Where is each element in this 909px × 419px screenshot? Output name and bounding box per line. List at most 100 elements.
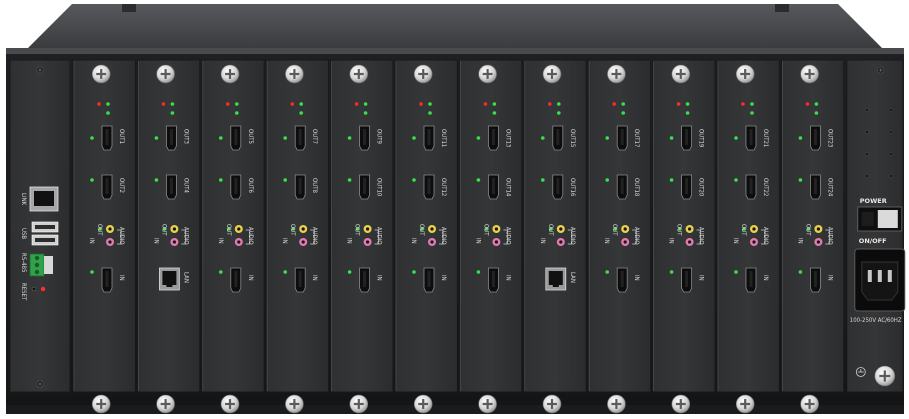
hdmi-output-port[interactable] — [166, 125, 177, 151]
reset-button[interactable] — [31, 286, 37, 292]
audio-out-jack[interactable] — [170, 225, 179, 233]
thumb-screw-icon[interactable] — [478, 394, 497, 414]
audio-in-jack[interactable] — [234, 238, 243, 246]
audio-out-jack[interactable] — [621, 225, 630, 233]
audio-out-jack[interactable] — [299, 225, 308, 233]
hdmi-output-port[interactable] — [745, 174, 757, 200]
hdmi-output-port[interactable] — [745, 125, 757, 151]
hdmi-input-port[interactable] — [745, 267, 757, 293]
thumb-screw-icon[interactable] — [671, 394, 691, 414]
hdmi-output-port[interactable] — [616, 125, 628, 151]
hdmi-input-port[interactable] — [230, 267, 242, 293]
thumb-screw-icon[interactable] — [542, 394, 562, 414]
hdmi-output-port[interactable] — [488, 125, 499, 151]
lan-port[interactable] — [545, 267, 567, 291]
thumb-screw-icon[interactable] — [413, 64, 433, 84]
thumb-screw-icon[interactable] — [285, 64, 304, 84]
hdmi-output-port[interactable] — [230, 125, 242, 151]
audio-in-jack[interactable] — [685, 238, 694, 246]
audio-out-jack[interactable] — [363, 225, 372, 233]
link-port[interactable] — [29, 186, 59, 212]
hdmi-input-port[interactable] — [681, 267, 692, 293]
vent-hole — [865, 108, 869, 112]
output-label: OUT15 — [569, 129, 576, 147]
audio-in-jack[interactable] — [428, 238, 436, 246]
hdmi-output-port[interactable] — [166, 174, 177, 200]
hdmi-input-port[interactable] — [101, 267, 113, 293]
lan-port[interactable] — [158, 267, 180, 291]
audio-in-jack[interactable] — [170, 238, 179, 246]
thumb-screw-icon[interactable] — [800, 394, 819, 414]
status-led — [106, 102, 110, 106]
thumb-screw-icon[interactable] — [671, 64, 691, 84]
hdmi-output-port[interactable] — [616, 174, 628, 200]
hdmi-output-port[interactable] — [294, 125, 306, 151]
thumb-screw-icon[interactable] — [349, 394, 369, 414]
hdmi-output-port[interactable] — [423, 174, 435, 200]
hdmi-output-port[interactable] — [810, 174, 821, 200]
hdmi-output-port[interactable] — [681, 125, 692, 151]
thumb-screw-icon[interactable] — [413, 394, 433, 414]
audio-in-jack[interactable] — [814, 238, 823, 246]
power-switch[interactable] — [857, 206, 903, 232]
hdmi-input-port[interactable] — [294, 267, 306, 293]
hdmi-output-port[interactable] — [230, 174, 242, 200]
hdmi-output-port[interactable] — [359, 174, 370, 200]
hdmi-output-port[interactable] — [552, 125, 564, 151]
audio-in-jack[interactable] — [556, 238, 565, 246]
audio-label: AUDIO — [118, 227, 125, 245]
thumb-screw-icon[interactable] — [91, 394, 111, 414]
audio-out-jack[interactable] — [685, 225, 694, 233]
audio-out-jack[interactable] — [234, 225, 243, 233]
audio-in-jack[interactable] — [363, 238, 372, 246]
rs485-label: RS-485 — [20, 253, 27, 272]
hdmi-output-port[interactable] — [101, 174, 113, 200]
audio-out-jack[interactable] — [428, 225, 436, 233]
audio-out-jack[interactable] — [814, 225, 823, 233]
thumb-screw-icon[interactable] — [156, 394, 175, 414]
hdmi-output-port[interactable] — [552, 174, 564, 200]
thumb-screw-icon[interactable] — [91, 64, 111, 84]
audio-in-jack[interactable] — [492, 238, 501, 246]
vent-hole — [889, 174, 893, 178]
thumb-screw-icon[interactable] — [607, 64, 626, 84]
audio-out-jack[interactable] — [556, 225, 565, 233]
thumb-screw-icon[interactable] — [220, 394, 240, 414]
hdmi-output-port[interactable] — [488, 174, 499, 200]
thumb-screw-icon[interactable] — [349, 64, 369, 84]
matrix-switcher-rear-panel: LINKUSBRS-485RESETOUT1OUT2INOUT AUDIOINOU… — [6, 4, 906, 414]
audio-in-jack[interactable] — [621, 238, 630, 246]
reset-led — [40, 286, 46, 292]
hdmi-output-port[interactable] — [681, 174, 692, 200]
power-inlet[interactable] — [854, 248, 906, 312]
audio-out-label: OUT — [160, 224, 167, 236]
audio-out-jack[interactable] — [492, 225, 501, 233]
thumb-screw-icon[interactable] — [607, 394, 626, 414]
hdmi-input-port[interactable] — [616, 267, 628, 293]
audio-in-jack[interactable] — [106, 238, 114, 246]
hdmi-output-port[interactable] — [423, 125, 435, 151]
audio-in-jack[interactable] — [750, 238, 758, 246]
thumb-screw-icon[interactable] — [874, 365, 896, 387]
hdmi-input-port[interactable] — [488, 267, 499, 293]
thumb-screw-icon[interactable] — [735, 64, 755, 84]
hdmi-input-port[interactable] — [423, 267, 435, 293]
hdmi-input-port[interactable] — [810, 267, 821, 293]
thumb-screw-icon[interactable] — [735, 394, 755, 414]
thumb-screw-icon[interactable] — [220, 64, 240, 84]
thumb-screw-icon[interactable] — [478, 64, 497, 84]
thumb-screw-icon[interactable] — [285, 394, 304, 414]
thumb-screw-icon[interactable] — [156, 64, 175, 84]
thumb-screw-icon[interactable] — [542, 64, 562, 84]
thumb-screw-icon[interactable] — [800, 64, 819, 84]
audio-out-jack[interactable] — [106, 225, 114, 233]
audio-out-label: OUT — [804, 224, 811, 236]
hdmi-output-port[interactable] — [294, 174, 306, 200]
hdmi-output-port[interactable] — [810, 125, 821, 151]
hdmi-input-port[interactable] — [359, 267, 370, 293]
audio-out-jack[interactable] — [750, 225, 758, 233]
rs485-terminal[interactable] — [29, 253, 53, 277]
audio-in-jack[interactable] — [299, 238, 308, 246]
hdmi-output-port[interactable] — [101, 125, 113, 151]
hdmi-output-port[interactable] — [359, 125, 370, 151]
